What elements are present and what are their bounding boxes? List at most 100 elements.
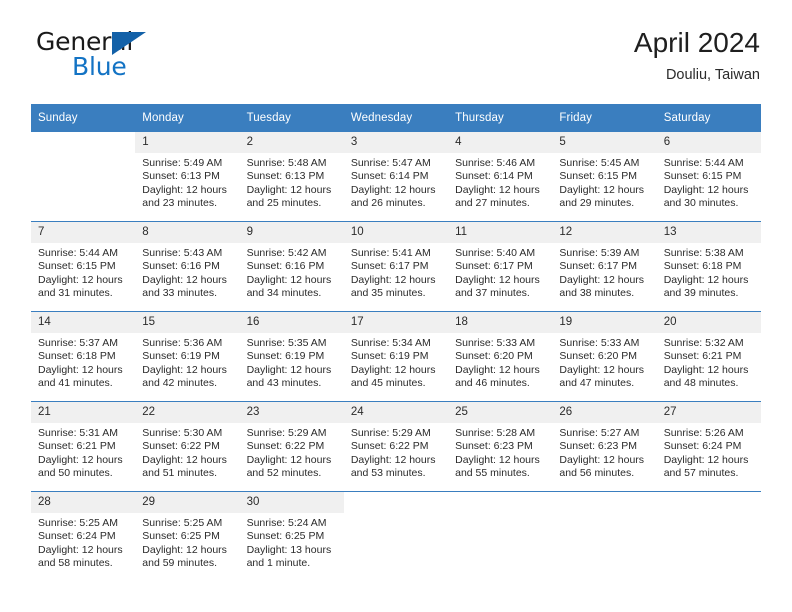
- calendar-day-cell[interactable]: 12 Sunrise: 5:39 AM Sunset: 6:17 PM Dayligh…: [552, 221, 657, 312]
- sunset-time: Sunset: 6:17 PM: [350, 260, 429, 273]
- sunrise-time: Sunrise: 5:24 AM: [246, 517, 327, 529]
- calendar-day-cell[interactable]: 14 Sunrise: 5:37 AM Sunset: 6:18 PM Dayligh…: [31, 311, 136, 402]
- sunset-time: Sunset: 6:22 PM: [350, 440, 429, 453]
- sunset-time: Sunset: 6:20 PM: [559, 350, 638, 363]
- calendar-day-cell[interactable]: 29 Sunrise: 5:25 AM Sunset: 6:25 PM Dayligh…: [135, 491, 240, 581]
- day-number: 19: [552, 312, 657, 333]
- day-cell-inner: 7 Sunrise: 5:44 AM Sunset: 6:15 PM Daylight…: [31, 222, 136, 311]
- sunrise-time: Sunrise: 5:35 AM: [246, 337, 327, 349]
- day-cell-inner: 2 Sunrise: 5:48 AM Sunset: 6:13 PM Daylight…: [239, 132, 344, 221]
- calendar-day-cell[interactable]: 28 Sunrise: 5:25 AM Sunset: 6:24 PM Dayligh…: [31, 491, 136, 581]
- daylight-duration-line1: Daylight: 12 hours: [142, 543, 227, 556]
- daylight-duration-line1: Daylight: 12 hours: [350, 183, 436, 196]
- day-number: [31, 132, 136, 153]
- calendar-day-cell[interactable]: 25 Sunrise: 5:28 AM Sunset: 6:23 PM Dayligh…: [448, 401, 553, 492]
- sunrise-time: Sunrise: 5:49 AM: [142, 157, 223, 169]
- calendar-day-cell: [343, 491, 449, 581]
- calendar-day-cell[interactable]: 2 Sunrise: 5:48 AM Sunset: 6:13 PM Daylight…: [239, 132, 344, 222]
- day-number: 7: [31, 222, 136, 243]
- calendar-day-cell[interactable]: 8 Sunrise: 5:43 AM Sunset: 6:16 PM Daylight…: [135, 221, 240, 312]
- calendar-day-cell[interactable]: 30 Sunrise: 5:24 AM Sunset: 6:25 PM Dayligh…: [239, 491, 344, 581]
- calendar-day-cell[interactable]: 24 Sunrise: 5:29 AM Sunset: 6:22 PM Dayligh…: [343, 401, 449, 492]
- sunrise-time: Sunrise: 5:38 AM: [663, 247, 744, 259]
- day-cell-inner: 8 Sunrise: 5:43 AM Sunset: 6:16 PM Daylight…: [135, 222, 240, 311]
- day-cell-details: Sunrise: 5:42 AM Sunset: 6:16 PM Daylight:…: [240, 243, 344, 300]
- day-cell-inner: 13 Sunrise: 5:38 AM Sunset: 6:18 PM Dayligh…: [656, 222, 761, 311]
- calendar-day-cell[interactable]: 7 Sunrise: 5:44 AM Sunset: 6:15 PM Daylight…: [31, 221, 136, 312]
- sunset-time: Sunset: 6:15 PM: [663, 170, 742, 183]
- weekday-header-wednesday: Wednesday: [343, 104, 449, 132]
- daylight-duration-line1: Daylight: 12 hours: [350, 453, 436, 466]
- calendar-day-cell[interactable]: 18 Sunrise: 5:33 AM Sunset: 6:20 PM Dayligh…: [448, 311, 553, 402]
- calendar-day-cell[interactable]: 23 Sunrise: 5:29 AM Sunset: 6:22 PM Dayligh…: [239, 401, 344, 492]
- day-cell-details: Sunrise: 5:33 AM Sunset: 6:20 PM Daylight:…: [448, 333, 552, 390]
- day-cell-inner: 3 Sunrise: 5:47 AM Sunset: 6:14 PM Daylight…: [343, 132, 449, 221]
- daylight-duration-line1: Daylight: 12 hours: [559, 453, 645, 466]
- day-cell-inner: 22 Sunrise: 5:30 AM Sunset: 6:22 PM Dayligh…: [135, 402, 240, 491]
- weekday-header-saturday: Saturday: [656, 104, 761, 132]
- calendar-day-cell[interactable]: 10 Sunrise: 5:41 AM Sunset: 6:17 PM Dayligh…: [343, 221, 449, 312]
- day-cell-inner: 19 Sunrise: 5:33 AM Sunset: 6:20 PM Dayligh…: [552, 312, 657, 401]
- weekday-header-tuesday: Tuesday: [239, 104, 344, 132]
- daylight-duration-line2: and 46 minutes.: [455, 376, 530, 389]
- daylight-duration-line2: and 43 minutes.: [246, 376, 322, 389]
- calendar-day-cell[interactable]: 21 Sunrise: 5:31 AM Sunset: 6:21 PM Dayligh…: [31, 401, 136, 492]
- calendar-day-cell: [552, 491, 657, 581]
- calendar-day-cell[interactable]: 1 Sunrise: 5:49 AM Sunset: 6:13 PM Daylight…: [135, 132, 240, 222]
- calendar-day-cell[interactable]: 9 Sunrise: 5:42 AM Sunset: 6:16 PM Daylight…: [239, 221, 344, 312]
- day-number: 11: [448, 222, 553, 243]
- day-number: [343, 492, 449, 513]
- daylight-duration-line2: and 26 minutes.: [350, 196, 426, 209]
- daylight-duration-line2: and 35 minutes.: [350, 286, 426, 299]
- sunrise-time: Sunrise: 5:34 AM: [350, 337, 431, 349]
- daylight-duration-line2: and 1 minute.: [246, 556, 311, 569]
- daylight-duration-line2: and 42 minutes.: [142, 376, 217, 389]
- daylight-duration-line1: Daylight: 12 hours: [455, 453, 540, 466]
- day-cell-details: Sunrise: 5:37 AM Sunset: 6:18 PM Daylight:…: [31, 333, 135, 390]
- day-cell-inner: 9 Sunrise: 5:42 AM Sunset: 6:16 PM Daylight…: [239, 222, 344, 311]
- calendar-day-cell[interactable]: 3 Sunrise: 5:47 AM Sunset: 6:14 PM Daylight…: [343, 132, 449, 222]
- calendar-day-cell[interactable]: 20 Sunrise: 5:32 AM Sunset: 6:21 PM Dayligh…: [656, 311, 761, 402]
- day-cell-details: Sunrise: 5:26 AM Sunset: 6:24 PM Daylight:…: [657, 423, 761, 480]
- day-cell-inner: 17 Sunrise: 5:34 AM Sunset: 6:19 PM Dayligh…: [343, 312, 449, 401]
- calendar-day-cell[interactable]: 16 Sunrise: 5:35 AM Sunset: 6:19 PM Dayligh…: [239, 311, 344, 402]
- day-cell-details: Sunrise: 5:30 AM Sunset: 6:22 PM Daylight:…: [135, 423, 239, 480]
- day-cell-details: Sunrise: 5:38 AM Sunset: 6:18 PM Daylight:…: [657, 243, 761, 300]
- calendar-day-cell[interactable]: 19 Sunrise: 5:33 AM Sunset: 6:20 PM Dayligh…: [552, 311, 657, 402]
- day-cell-details: Sunrise: 5:41 AM Sunset: 6:17 PM Daylight:…: [344, 243, 448, 300]
- day-cell-inner: [343, 492, 449, 581]
- calendar-day-cell[interactable]: 6 Sunrise: 5:44 AM Sunset: 6:15 PM Daylight…: [656, 132, 761, 222]
- daylight-duration-line2: and 31 minutes.: [38, 286, 113, 299]
- calendar-week-row: 7 Sunrise: 5:44 AM Sunset: 6:15 PM Daylight…: [31, 221, 761, 312]
- daylight-duration-line1: Daylight: 12 hours: [38, 363, 123, 376]
- daylight-duration-line2: and 39 minutes.: [663, 286, 739, 299]
- day-number: 24: [343, 402, 449, 423]
- weekday-header-row: Sunday Monday Tuesday Wednesday Thursday…: [31, 104, 761, 132]
- day-number: 20: [656, 312, 761, 333]
- day-cell-inner: 5 Sunrise: 5:45 AM Sunset: 6:15 PM Daylight…: [552, 132, 657, 221]
- calendar-day-cell[interactable]: 15 Sunrise: 5:36 AM Sunset: 6:19 PM Dayligh…: [135, 311, 240, 402]
- sunrise-time: Sunrise: 5:25 AM: [142, 517, 223, 529]
- calendar-day-cell[interactable]: 22 Sunrise: 5:30 AM Sunset: 6:22 PM Dayligh…: [135, 401, 240, 492]
- daylight-duration-line1: Daylight: 12 hours: [559, 363, 645, 376]
- daylight-duration-line2: and 51 minutes.: [142, 466, 217, 479]
- calendar-day-cell[interactable]: 17 Sunrise: 5:34 AM Sunset: 6:19 PM Dayligh…: [343, 311, 449, 402]
- brand-logo[interactable]: General Blue: [36, 28, 266, 90]
- day-number: 3: [343, 132, 449, 153]
- calendar-day-cell[interactable]: 27 Sunrise: 5:26 AM Sunset: 6:24 PM Dayligh…: [656, 401, 761, 492]
- sunrise-time: Sunrise: 5:42 AM: [246, 247, 327, 259]
- sunrise-time: Sunrise: 5:26 AM: [663, 427, 744, 439]
- daylight-duration-line1: Daylight: 12 hours: [663, 363, 749, 376]
- calendar-day-cell[interactable]: 5 Sunrise: 5:45 AM Sunset: 6:15 PM Daylight…: [552, 132, 657, 222]
- calendar-day-cell[interactable]: 13 Sunrise: 5:38 AM Sunset: 6:18 PM Dayligh…: [656, 221, 761, 312]
- day-cell-inner: [552, 492, 657, 581]
- weekday-header-friday: Friday: [552, 104, 657, 132]
- calendar-day-cell[interactable]: 26 Sunrise: 5:27 AM Sunset: 6:23 PM Dayligh…: [552, 401, 657, 492]
- day-cell-details: Sunrise: 5:35 AM Sunset: 6:19 PM Daylight:…: [240, 333, 344, 390]
- daylight-duration-line1: Daylight: 12 hours: [663, 273, 749, 286]
- daylight-duration-line2: and 25 minutes.: [246, 196, 322, 209]
- day-number: 12: [552, 222, 657, 243]
- sunset-time: Sunset: 6:15 PM: [38, 260, 116, 273]
- calendar-day-cell[interactable]: 4 Sunrise: 5:46 AM Sunset: 6:14 PM Daylight…: [448, 132, 553, 222]
- calendar-day-cell[interactable]: 11 Sunrise: 5:40 AM Sunset: 6:17 PM Dayligh…: [448, 221, 553, 312]
